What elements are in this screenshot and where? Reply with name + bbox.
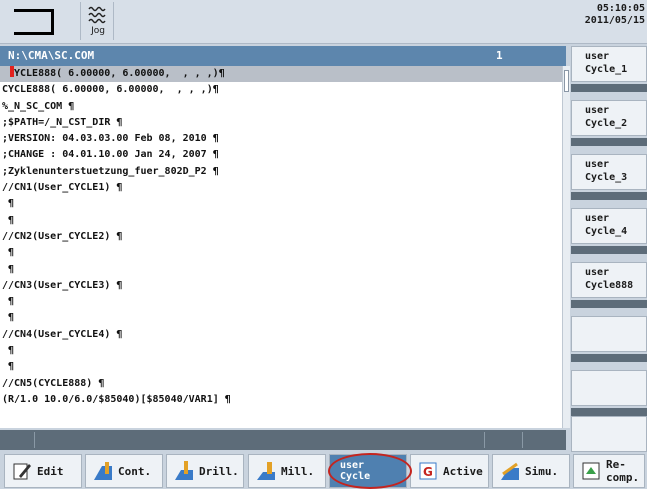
code-line[interactable]: %_N_SC_COM ¶ — [0, 99, 566, 115]
contour-icon — [92, 460, 114, 482]
drill-icon — [173, 460, 195, 482]
code-lines: YCLE888( 6.00000, 6.00000, , , ,)¶ CYCLE8… — [0, 66, 566, 408]
vertical-softkey-3[interactable]: user Cycle_3 — [571, 154, 647, 190]
date-display: 2011/05/15 — [584, 15, 645, 26]
status-bar: Jog 05:10:05 2011/05/15 — [0, 0, 647, 44]
code-line[interactable]: //CN3(User_CYCLE3) ¶ — [0, 278, 566, 294]
softkey-label: user Cycle — [340, 460, 371, 482]
horizontal-softkey-bar: Edit Cont. Drill. Mill. user Cycle G Active Sim… — [0, 452, 647, 489]
vertical-softkey-7[interactable] — [571, 370, 647, 406]
vertical-softkey-2[interactable]: user Cycle_2 — [571, 100, 647, 136]
code-line[interactable]: ;CHANGE : 04.01.10.00 Jan 24, 2007 ¶ — [0, 147, 566, 163]
code-line[interactable]: (R/1.0 10.0/6.0/$85040)[$85040/VAR1] ¶ — [0, 392, 566, 408]
vertical-softkey-bar: user Cycle_1user Cycle_2user Cycle_3user… — [569, 46, 647, 452]
softkey-label: Drill. — [199, 464, 239, 478]
svg-text:G: G — [423, 465, 433, 479]
code-line[interactable]: ¶ — [0, 196, 566, 212]
code-line[interactable]: ;$PATH=/_N_CST_DIR ¶ — [0, 115, 566, 131]
softkey-separator — [571, 192, 647, 200]
softkey-usercycle[interactable]: user Cycle — [329, 454, 407, 488]
vertical-softkey-1[interactable]: user Cycle_1 — [571, 46, 647, 82]
code-line[interactable]: //CN5(CYCLE888) ¶ — [0, 376, 566, 392]
edit-icon — [11, 460, 33, 482]
jog-wave-icon — [88, 6, 106, 24]
code-line[interactable]: ¶ — [0, 343, 566, 359]
softkey-label: Edit — [37, 464, 64, 478]
time-display: 05:10:05 — [596, 3, 645, 14]
window-number: 1 — [496, 49, 503, 62]
softkey-edit[interactable]: Edit — [4, 454, 82, 488]
code-line[interactable]: //CN2(User_CYCLE2) ¶ — [0, 229, 566, 245]
code-line[interactable]: CYCLE888( 6.00000, 6.00000, , , ,)¶ — [0, 82, 566, 98]
code-line[interactable]: ¶ — [0, 262, 566, 278]
softkey-label: Active — [443, 464, 483, 478]
file-path: N:\CMA\SC.COM — [8, 49, 95, 62]
vertical-softkey-5[interactable]: user Cycle888 — [571, 262, 647, 298]
softkey-separator — [571, 300, 647, 308]
softkey-recomp[interactable]: Re- comp. — [573, 454, 645, 488]
code-line[interactable]: ;Zyklenunterstuetzung_fuer_802D_P2 ¶ — [0, 164, 566, 180]
softkey-separator — [571, 354, 647, 362]
code-line[interactable]: ¶ — [0, 245, 566, 261]
code-line[interactable]: YCLE888( 6.00000, 6.00000, , , ,)¶ — [0, 66, 566, 83]
vertical-softkey-8[interactable] — [571, 416, 647, 452]
softkey-label: Cont. — [118, 464, 152, 478]
editor-header: N:\CMA\SC.COM 1 — [0, 46, 566, 66]
mill-icon — [255, 460, 277, 482]
vertical-softkey-6[interactable] — [571, 316, 647, 352]
softkey-separator — [571, 408, 647, 416]
info-bar — [0, 430, 566, 450]
code-line[interactable]: //CN1(User_CYCLE1) ¶ — [0, 180, 566, 196]
program-editor[interactable]: YCLE888( 6.00000, 6.00000, , , ,)¶ CYCLE8… — [0, 66, 566, 428]
machine-area-icon — [14, 9, 72, 39]
recompile-icon — [580, 460, 602, 482]
vertical-softkey-4[interactable]: user Cycle_4 — [571, 208, 647, 244]
jog-mode-indicator: Jog — [80, 2, 114, 40]
code-line[interactable]: ;VERSION: 04.03.03.00 Feb 08, 2010 ¶ — [0, 131, 566, 147]
softkey-label: Re- comp. — [606, 458, 640, 484]
clock: 05:10:05 2011/05/15 — [585, 3, 645, 27]
code-line[interactable]: ¶ — [0, 310, 566, 326]
softkey-label: Simu. — [525, 464, 559, 478]
softkey-separator — [571, 84, 647, 92]
softkey-active[interactable]: G Active — [410, 454, 489, 488]
softkey-mill[interactable]: Mill. — [248, 454, 326, 488]
text-cursor — [10, 66, 14, 77]
code-line[interactable]: ¶ — [0, 294, 566, 310]
softkey-cont[interactable]: Cont. — [85, 454, 163, 488]
softkey-separator — [571, 138, 647, 146]
softkey-separator — [571, 246, 647, 254]
simulation-icon — [499, 460, 521, 482]
code-line[interactable]: //CN4(User_CYCLE4) ¶ — [0, 327, 566, 343]
code-line[interactable]: ¶ — [0, 359, 566, 375]
code-line[interactable]: ¶ — [0, 213, 566, 229]
softkey-label: Mill. — [281, 464, 315, 478]
program-icon: G — [417, 460, 439, 482]
mode-label: Jog — [91, 26, 105, 36]
softkey-simu[interactable]: Simu. — [492, 454, 570, 488]
softkey-drill[interactable]: Drill. — [166, 454, 244, 488]
